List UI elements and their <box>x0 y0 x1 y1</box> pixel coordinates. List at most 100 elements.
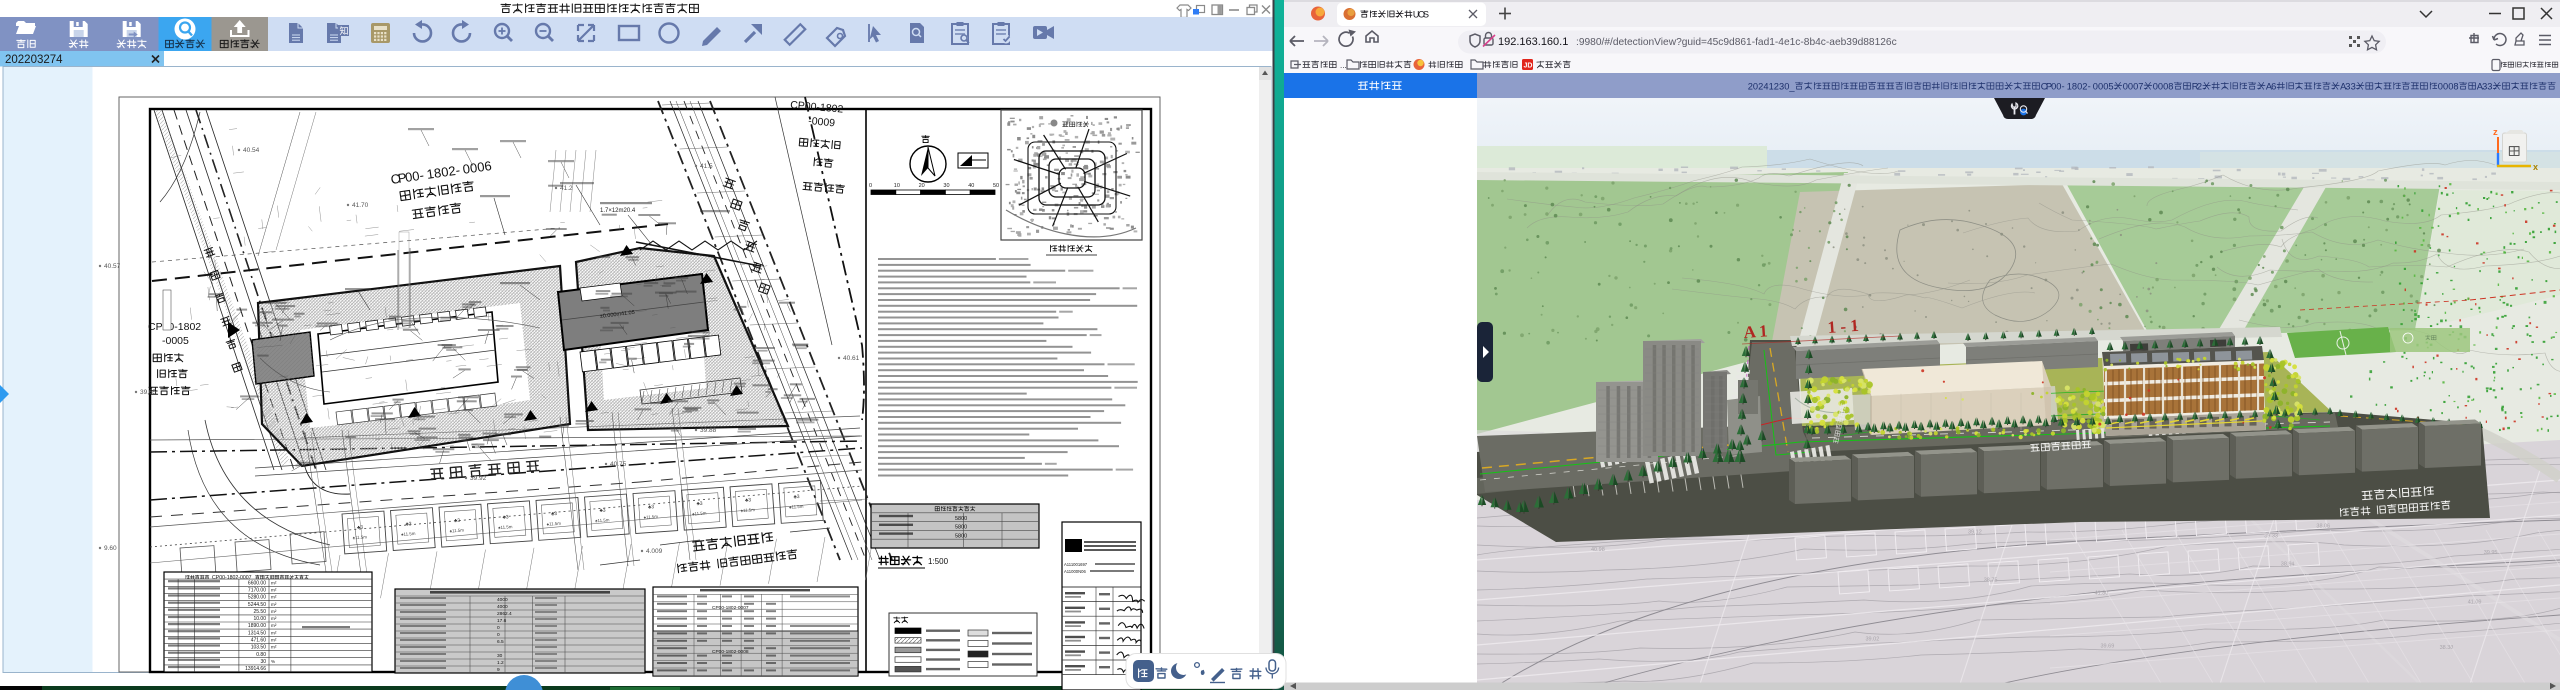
svg-text:%: % <box>271 659 275 664</box>
svg-text:♣3: ♣3 <box>696 501 703 507</box>
svg-text:39.12: 39.12 <box>1968 530 1982 536</box>
svg-text:3: 3 <box>2487 82 2492 92</box>
svg-text:♠11.5m: ♠11.5m <box>789 504 804 510</box>
svg-text:♣3: ♣3 <box>454 518 461 524</box>
svg-text:-: - <box>2088 82 2091 92</box>
svg-text:S: S <box>1423 10 1429 20</box>
svg-text:471.60: 471.60 <box>251 638 267 644</box>
svg-text:5244.50: 5244.50 <box>248 602 266 608</box>
svg-text:0: 0 <box>497 625 500 631</box>
svg-text:2: 2 <box>2197 82 2202 92</box>
svg-text:1:500: 1:500 <box>928 557 949 566</box>
svg-text:25.50: 25.50 <box>253 609 266 615</box>
svg-text:♠11.5m: ♠11.5m <box>401 531 416 537</box>
svg-text:0: 0 <box>869 183 872 189</box>
svg-text:1.2: 1.2 <box>497 660 504 666</box>
svg-text:202203274: 202203274 <box>5 54 63 66</box>
svg-text:♣3: ♣3 <box>793 494 800 500</box>
svg-text:30: 30 <box>943 183 949 189</box>
svg-text:m²: m² <box>271 609 277 614</box>
svg-text:38.38: 38.38 <box>2440 645 2454 651</box>
svg-text:5800: 5800 <box>955 533 967 539</box>
svg-text:-0005: -0005 <box>162 335 189 347</box>
svg-text:1314.50: 1314.50 <box>248 630 266 636</box>
svg-text:38.06: 38.06 <box>2316 524 2330 530</box>
svg-text:39.02: 39.02 <box>1866 637 1880 643</box>
svg-text:m²: m² <box>271 588 277 593</box>
svg-text:4000: 4000 <box>497 597 508 603</box>
svg-text:x: x <box>2533 162 2538 172</box>
svg-text:39.69: 39.69 <box>2101 643 2115 649</box>
svg-text:40: 40 <box>968 183 974 189</box>
svg-text:9: 9 <box>497 667 500 673</box>
svg-text:m²: m² <box>271 630 277 635</box>
svg-text:♠11.5m: ♠11.5m <box>498 524 513 530</box>
svg-text:5: 5 <box>2108 82 2113 92</box>
svg-text:-: - <box>2062 82 2065 92</box>
svg-text:8: 8 <box>2453 82 2458 92</box>
svg-text:40.98: 40.98 <box>1591 547 1605 553</box>
svg-text:0: 0 <box>497 632 500 638</box>
svg-text:♠11.5m: ♠11.5m <box>595 517 610 523</box>
svg-text:1.7×12m20.4: 1.7×12m20.4 <box>600 208 636 214</box>
svg-text:2862.4: 2862.4 <box>497 611 512 617</box>
svg-text:♣3: ♣3 <box>551 511 558 517</box>
svg-text:♠11.5m: ♠11.5m <box>547 521 562 527</box>
svg-text:...: ... <box>1340 61 1347 70</box>
svg-text:♣3: ♣3 <box>745 497 752 503</box>
svg-text:40.57: 40.57 <box>104 263 121 270</box>
svg-text:6600.00: 6600.00 <box>248 580 266 586</box>
svg-text:♠11.5m: ♠11.5m <box>353 534 368 540</box>
svg-text:♣3: ♣3 <box>502 514 509 520</box>
svg-text:192.163.160.1: 192.163.160.1 <box>1498 36 1568 48</box>
svg-text:38.94: 38.94 <box>2281 562 2295 568</box>
svg-text:50: 50 <box>993 183 999 189</box>
svg-text:♠11.5m: ♠11.5m <box>741 507 756 513</box>
svg-text:♣3: ♣3 <box>405 521 412 527</box>
svg-text:5280.00: 5280.00 <box>248 595 266 601</box>
svg-text:10: 10 <box>894 183 900 189</box>
svg-text:A11000N06: A11000N06 <box>1064 569 1086 574</box>
svg-text:CP00-1802-0007: CP00-1802-0007 <box>712 605 749 611</box>
svg-text:1890.00: 1890.00 <box>248 623 266 629</box>
svg-text:40.75: 40.75 <box>610 461 627 468</box>
svg-text:♣3: ♣3 <box>648 504 655 510</box>
svg-text:-0009: -0009 <box>808 115 836 129</box>
svg-text:5800: 5800 <box>955 525 967 531</box>
svg-text::9980/#/detectionView?guid=45c: :9980/#/detectionView?guid=45c9d861-fad1… <box>1576 37 1897 48</box>
svg-text:39.65: 39.65 <box>140 389 157 396</box>
svg-text:知: 知 <box>340 25 349 36</box>
svg-text:♣3: ♣3 <box>357 525 364 531</box>
svg-text:8: 8 <box>2168 82 2173 92</box>
svg-text:40.61: 40.61 <box>843 355 860 362</box>
svg-text:13914.66: 13914.66 <box>245 666 266 672</box>
svg-text:m²: m² <box>271 623 277 628</box>
svg-text:z: z <box>2493 127 2498 138</box>
svg-text:7: 7 <box>2138 82 2143 92</box>
svg-text:4.009: 4.009 <box>646 548 663 555</box>
svg-text:38.75: 38.75 <box>1984 577 1998 583</box>
svg-text:39.88: 39.88 <box>700 427 717 434</box>
svg-text:4000: 4000 <box>497 604 508 610</box>
svg-text:6: 6 <box>2271 82 2276 92</box>
svg-text:m²: m² <box>271 616 277 621</box>
svg-text:103.50: 103.50 <box>251 645 267 651</box>
svg-text:10.00: 10.00 <box>253 616 266 622</box>
svg-text:m²: m² <box>271 580 277 585</box>
svg-text:m²: m² <box>271 595 277 600</box>
svg-text:CP00-1802: CP00-1802 <box>148 321 201 333</box>
svg-text:30: 30 <box>497 653 503 659</box>
svg-text:♠11.5m: ♠11.5m <box>692 511 707 517</box>
svg-text:17.6: 17.6 <box>497 618 507 624</box>
svg-text:41.70: 41.70 <box>352 202 369 209</box>
svg-text:♣3: ♣3 <box>599 508 606 514</box>
svg-text:m²: m² <box>271 638 277 643</box>
svg-text:m²: m² <box>271 645 277 650</box>
svg-text:CP00-1802-0008: CP00-1802-0008 <box>712 649 749 655</box>
svg-text:m²: m² <box>271 602 277 607</box>
svg-text:39.92: 39.92 <box>470 475 487 482</box>
svg-text:♠11.5m: ♠11.5m <box>450 528 465 534</box>
svg-text:♠11.5m: ♠11.5m <box>644 514 659 520</box>
svg-text:JD: JD <box>1524 63 1533 70</box>
svg-text:20: 20 <box>919 183 925 189</box>
